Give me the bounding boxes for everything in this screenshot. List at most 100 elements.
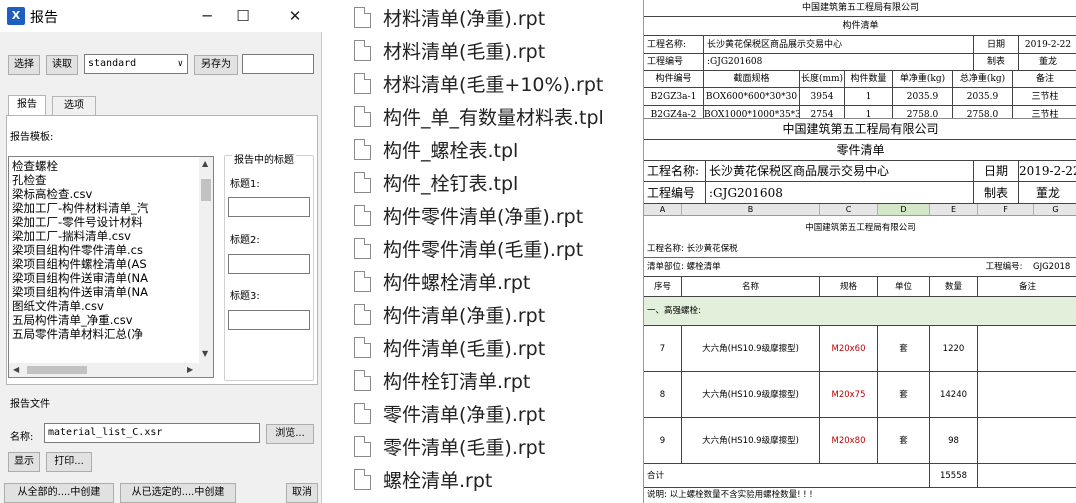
file-name: 构件清单(净重).rpt — [383, 305, 546, 327]
list-vertical-scrollbar[interactable]: ▲ ▼ — [199, 157, 213, 363]
create-from-selected-button[interactable]: 从已选定的....中创建 — [120, 483, 236, 503]
column-letter[interactable]: E — [930, 204, 978, 216]
file-name: 材料清单(净重).rpt — [383, 8, 546, 30]
column-header: 长度(mm) — [800, 71, 845, 88]
list-item[interactable]: 梁项目组构件螺栓清单(AS — [12, 257, 147, 271]
file-name: 材料清单(毛重).rpt — [383, 41, 546, 63]
list-item[interactable]: 五局构件清单_净重.csv — [12, 313, 133, 327]
column-header: 总净重(kg) — [953, 71, 1013, 88]
column-header: 序号 — [644, 277, 682, 297]
print-button[interactable]: 打印... — [46, 452, 92, 472]
scroll-up-icon[interactable]: ▲ — [202, 159, 208, 168]
file-icon — [354, 7, 371, 28]
list-horizontal-scrollbar[interactable]: ◀ ▶ — [9, 363, 213, 377]
date-label: 日期 — [974, 161, 1019, 182]
title2-input[interactable] — [228, 254, 310, 274]
file-name: 构件零件清单(毛重).rpt — [383, 239, 584, 261]
list-item[interactable]: 梁加工厂-揣料清单.csv — [12, 229, 131, 243]
save-as-button[interactable]: 另存为 — [194, 55, 238, 75]
file-icon — [354, 436, 371, 457]
column-letter[interactable]: F — [978, 204, 1034, 216]
list-item[interactable]: 梁加工厂-构件材料清单_汽 — [12, 201, 148, 215]
table-cell: 2035.9 — [893, 88, 953, 106]
select-button[interactable]: 选择 — [8, 55, 40, 75]
save-as-name-input[interactable] — [242, 54, 314, 74]
column-header: 名称 — [682, 277, 820, 297]
scroll-left-icon[interactable]: ◀ — [13, 365, 19, 374]
scroll-right-icon[interactable]: ▶ — [187, 365, 193, 374]
scroll-thumb[interactable] — [201, 179, 211, 201]
table-cell — [978, 326, 1076, 372]
file-icon — [354, 139, 371, 160]
file-name: 构件_栓钉表.tpl — [383, 173, 519, 195]
file-name: 零件清单(毛重).rpt — [383, 437, 546, 459]
column-letter[interactable]: B — [682, 204, 820, 216]
close-icon[interactable]: ✕ — [272, 0, 318, 32]
file-name: 构件螺栓清单.rpt — [383, 272, 531, 294]
maker-value: 董龙 — [1019, 54, 1076, 71]
scroll-thumb[interactable] — [27, 366, 87, 374]
browse-button[interactable]: 浏览... — [266, 424, 314, 444]
project-number-label: 工程编号 — [644, 54, 704, 71]
company-name: 中国建筑第五工程局有限公司 — [644, 2, 1076, 17]
file-icon — [354, 73, 371, 94]
table-cell: 大六角(HS10.9级摩擦型) — [682, 326, 820, 372]
title1-input[interactable] — [228, 197, 310, 217]
column-letter[interactable]: A — [644, 204, 682, 216]
date-value: 2019-2-22 — [1019, 161, 1076, 182]
scroll-down-icon[interactable]: ▼ — [202, 349, 208, 358]
list-item[interactable]: 检查螺栓 — [12, 159, 58, 173]
tab-options[interactable]: 选项 — [52, 96, 96, 115]
report-file-name-input[interactable]: material_list_C.xsr — [44, 423, 260, 443]
file-name: 构件栓钉清单.rpt — [383, 371, 531, 393]
table-cell: 三节柱 — [1013, 106, 1076, 118]
table-cell: B2GZ4a-2 — [644, 106, 704, 118]
table-cell: 套 — [878, 418, 930, 464]
maker-value: 董龙 — [1019, 182, 1076, 204]
template-list[interactable]: 检查螺栓 孔检查 梁标高检查.csv 梁加工厂-构件材料清单_汽 梁加工厂-零件… — [8, 156, 214, 378]
column-letter[interactable]: G — [1034, 204, 1076, 216]
display-button[interactable]: 显示 — [8, 452, 40, 472]
list-item[interactable]: 梁项目组构件零件清单.cs — [12, 243, 143, 257]
project-name: 长沙黄花保税区商品展示交易中心 — [704, 36, 974, 54]
section-row: 一、高强螺栓: — [644, 297, 1076, 326]
table-cell: BOX600*600*30*30 — [704, 88, 800, 106]
column-letter[interactable]: C — [820, 204, 878, 216]
date-value: 2019-2-22 — [1019, 36, 1076, 54]
cancel-button[interactable]: 取消 — [286, 483, 318, 503]
table-cell: BOX1000*1000*35*35 — [704, 106, 800, 118]
list-item[interactable]: 孔检查 — [12, 173, 47, 187]
title3-input[interactable] — [228, 310, 310, 330]
list-item[interactable]: 五局零件清单材料汇总(净 — [12, 327, 143, 341]
report-file-label: 报告文件 — [10, 399, 50, 410]
maker-label: 制表 — [974, 54, 1019, 71]
project-number-label: 工程编号: — [978, 258, 1030, 277]
maximize-icon[interactable]: ☐ — [220, 0, 266, 32]
list-item[interactable]: 梁标高检查.csv — [12, 187, 92, 201]
list-item[interactable]: 图纸文件清单.csv — [12, 299, 104, 313]
list-item[interactable]: 梁项目组构件送审清单(NA — [12, 285, 148, 299]
create-from-all-button[interactable]: 从全部的....中创建 — [4, 483, 114, 503]
standard-select[interactable]: standard ∨ — [84, 54, 188, 74]
title-group-label: 报告中的标题 — [232, 151, 296, 166]
table-cell: 1 — [845, 88, 893, 106]
file-name: 构件_单_有数量材料表.tpl — [383, 107, 604, 129]
sheet-title: 零件清单 — [644, 140, 1076, 161]
file-icon — [354, 205, 371, 226]
list-item[interactable]: 梁加工厂-零件号设计材料 — [12, 215, 143, 229]
table-cell: 1 — [845, 106, 893, 118]
table-cell: M20x80 — [820, 418, 878, 464]
tab-report[interactable]: 报告 — [8, 95, 46, 116]
sheet-title: 构件清单 — [644, 17, 1076, 36]
table-cell: 8 — [644, 372, 682, 418]
column-letter[interactable]: D — [878, 204, 930, 216]
table-cell: 2758.0 — [893, 106, 953, 118]
column-header: 截面规格 — [704, 71, 800, 88]
table-cell: 98 — [930, 418, 978, 464]
read-button[interactable]: 读取 — [46, 55, 78, 75]
table-cell: 3954 — [800, 88, 845, 106]
project-name: 长沙黄花保税区商品展示交易中心 — [706, 161, 974, 182]
table-cell: M20x75 — [820, 372, 878, 418]
table-cell: 大六角(HS10.9级摩擦型) — [682, 372, 820, 418]
list-item[interactable]: 梁项目组构件送审清单(NA — [12, 271, 148, 285]
